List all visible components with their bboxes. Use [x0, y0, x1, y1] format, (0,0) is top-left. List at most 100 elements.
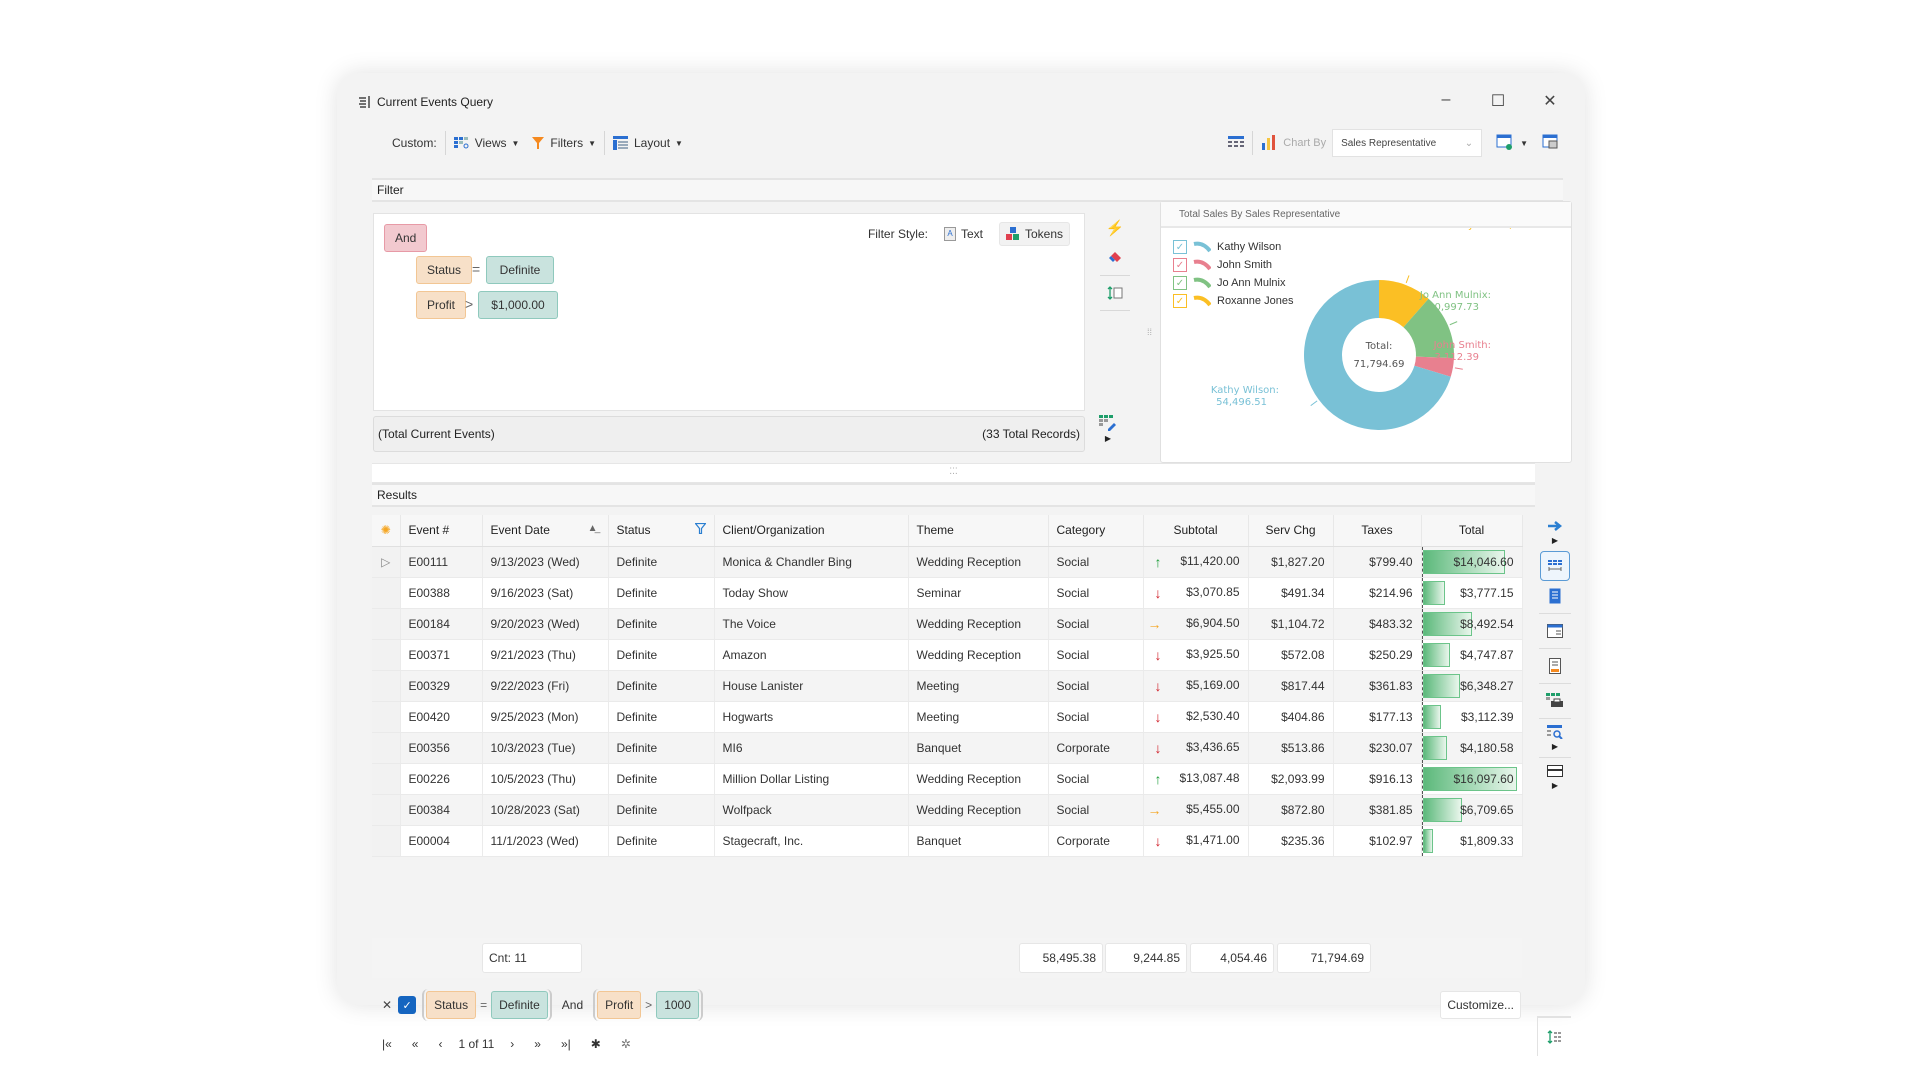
cell-category[interactable]: Social: [1048, 794, 1144, 826]
previous-page-button[interactable]: «: [402, 1037, 429, 1051]
cell-theme[interactable]: Wedding Reception: [908, 608, 1049, 640]
go-to-button[interactable]: [1547, 515, 1563, 537]
cell-date[interactable]: 10/5/2023 (Thu): [482, 763, 609, 795]
cell-event[interactable]: E00004: [400, 825, 483, 857]
cell-theme[interactable]: Meeting: [908, 701, 1049, 733]
cell-subtotal[interactable]: ↓ $1,471.00: [1143, 825, 1249, 857]
cell-total[interactable]: $6,348.27: [1421, 670, 1523, 702]
cell-date[interactable]: 9/13/2023 (Wed): [482, 546, 609, 578]
column-header-status[interactable]: Status: [608, 515, 715, 547]
filter-enabled-checkbox[interactable]: ✓: [398, 996, 417, 1014]
cell-subtotal[interactable]: ↓ $3,925.50: [1143, 639, 1249, 671]
row-height-button[interactable]: [1547, 760, 1563, 782]
cell-date[interactable]: 9/21/2023 (Thu): [482, 639, 609, 671]
row-indicator[interactable]: [372, 763, 401, 795]
apply-filter-button[interactable]: ⚡: [1106, 213, 1125, 243]
report-button[interactable]: [1549, 651, 1561, 681]
cell-category[interactable]: Corporate: [1048, 732, 1144, 764]
cell-date[interactable]: 9/16/2023 (Sat): [482, 577, 609, 609]
cell-serv-chg[interactable]: $1,104.72: [1248, 608, 1334, 640]
column-header-serv-chg[interactable]: Serv Chg: [1248, 515, 1334, 547]
cell-status[interactable]: Definite: [608, 794, 715, 826]
chart-by-select[interactable]: Sales Representative ⌄: [1332, 129, 1483, 157]
cell-subtotal[interactable]: ↓ $3,436.65: [1143, 732, 1249, 764]
filter-operator[interactable]: =: [480, 998, 487, 1012]
column-header-event[interactable]: Event #: [400, 515, 483, 547]
group-and-token[interactable]: And: [384, 224, 428, 252]
cell-status[interactable]: Definite: [608, 670, 715, 702]
cell-date[interactable]: 9/20/2023 (Wed): [482, 608, 609, 640]
cell-event[interactable]: E00356: [400, 732, 483, 764]
cell-status[interactable]: Definite: [608, 546, 715, 578]
cell-category[interactable]: Social: [1048, 639, 1144, 671]
cell-theme[interactable]: Wedding Reception: [908, 763, 1049, 795]
operator-greater[interactable]: >: [465, 296, 473, 312]
filter-joiner[interactable]: And: [558, 998, 587, 1012]
cell-event[interactable]: E00184: [400, 608, 483, 640]
cell-taxes[interactable]: $214.96: [1333, 577, 1422, 609]
cell-total[interactable]: $6,709.65: [1421, 794, 1523, 826]
cell-event[interactable]: E00226: [400, 763, 483, 795]
next-page-button[interactable]: »: [524, 1037, 551, 1051]
cell-status[interactable]: Definite: [608, 577, 715, 609]
close-button[interactable]: ✕: [1537, 91, 1563, 111]
cell-total[interactable]: $1,809.33: [1421, 825, 1523, 857]
cell-total[interactable]: $8,492.54: [1421, 608, 1523, 640]
bar-chart-icon[interactable]: [1261, 134, 1277, 153]
row-indicator[interactable]: [372, 701, 401, 733]
cell-client[interactable]: Million Dollar Listing: [714, 763, 909, 795]
cell-taxes[interactable]: $916.13: [1333, 763, 1422, 795]
cell-taxes[interactable]: $102.97: [1333, 825, 1422, 857]
cell-serv-chg[interactable]: $513.86: [1248, 732, 1334, 764]
filter-field-profit[interactable]: Profit: [597, 991, 642, 1019]
cell-taxes[interactable]: $381.85: [1333, 794, 1422, 826]
cell-serv-chg[interactable]: $491.34: [1248, 577, 1334, 609]
filter-value-profit[interactable]: 1000: [656, 991, 699, 1019]
cell-category[interactable]: Social: [1048, 763, 1144, 795]
cell-category[interactable]: Social: [1048, 701, 1144, 733]
cell-taxes[interactable]: $177.13: [1333, 701, 1422, 733]
last-record-button[interactable]: »|: [551, 1037, 581, 1051]
cell-subtotal[interactable]: ↓ $5,169.00: [1143, 670, 1249, 702]
column-header-theme[interactable]: Theme: [908, 515, 1049, 547]
filter-field-status[interactable]: Status: [426, 991, 477, 1019]
row-indicator[interactable]: ▷: [372, 546, 401, 578]
operator-equals[interactable]: =: [472, 261, 480, 277]
customize-button[interactable]: Customize...: [1440, 991, 1521, 1019]
cell-status[interactable]: Definite: [608, 701, 715, 733]
row-indicator[interactable]: [372, 794, 401, 826]
cell-client[interactable]: Today Show: [714, 577, 909, 609]
column-header-subtotal[interactable]: Subtotal: [1143, 515, 1249, 547]
cell-date[interactable]: 9/25/2023 (Mon): [482, 701, 609, 733]
cell-category[interactable]: Corporate: [1048, 825, 1144, 857]
cell-event[interactable]: E00420: [400, 701, 483, 733]
cell-taxes[interactable]: $483.32: [1333, 608, 1422, 640]
column-header-event-date[interactable]: Event Date ▲̲: [482, 515, 609, 547]
cell-total[interactable]: $16,097.60: [1421, 763, 1523, 795]
cell-client[interactable]: MI6: [714, 732, 909, 764]
cell-category[interactable]: Social: [1048, 577, 1144, 609]
column-header-total[interactable]: Total: [1421, 515, 1523, 547]
cell-serv-chg[interactable]: $572.08: [1248, 639, 1334, 671]
cell-subtotal[interactable]: ↓ $2,530.40: [1143, 701, 1249, 733]
cell-date[interactable]: 10/28/2023 (Sat): [482, 794, 609, 826]
row-indicator-header[interactable]: ✺: [372, 515, 401, 547]
new-record-button[interactable]: ✱: [581, 1037, 611, 1051]
filter-value-definite[interactable]: Definite: [491, 991, 548, 1019]
cell-taxes[interactable]: $250.29: [1333, 639, 1422, 671]
filter-condition-1[interactable]: Status = Definite: [422, 989, 552, 1021]
clear-filter-icon[interactable]: ✕: [382, 998, 392, 1012]
cell-client[interactable]: Monica & Chandler Bing: [714, 546, 909, 578]
horizontal-splitter[interactable]: ⁚⁚⁚: [372, 463, 1535, 483]
table-row[interactable]: E00226 10/5/2023 (Thu) Definite Million Dol…: [372, 763, 1523, 795]
filter-editor[interactable]: And Status = Definite Profit > $1,000.00…: [373, 213, 1085, 411]
table-row[interactable]: E00184 9/20/2023 (Wed) Definite The Voice We…: [372, 608, 1523, 640]
cell-category[interactable]: Social: [1048, 546, 1144, 578]
cell-client[interactable]: Amazon: [714, 639, 909, 671]
cell-category[interactable]: Social: [1048, 608, 1144, 640]
cell-total[interactable]: $14,046.60: [1421, 546, 1523, 578]
cell-subtotal[interactable]: → $5,455.00: [1143, 794, 1249, 826]
column-header-category[interactable]: Category: [1048, 515, 1144, 547]
caret-right-icon[interactable]: ▶: [1552, 743, 1558, 751]
cell-theme[interactable]: Wedding Reception: [908, 794, 1049, 826]
